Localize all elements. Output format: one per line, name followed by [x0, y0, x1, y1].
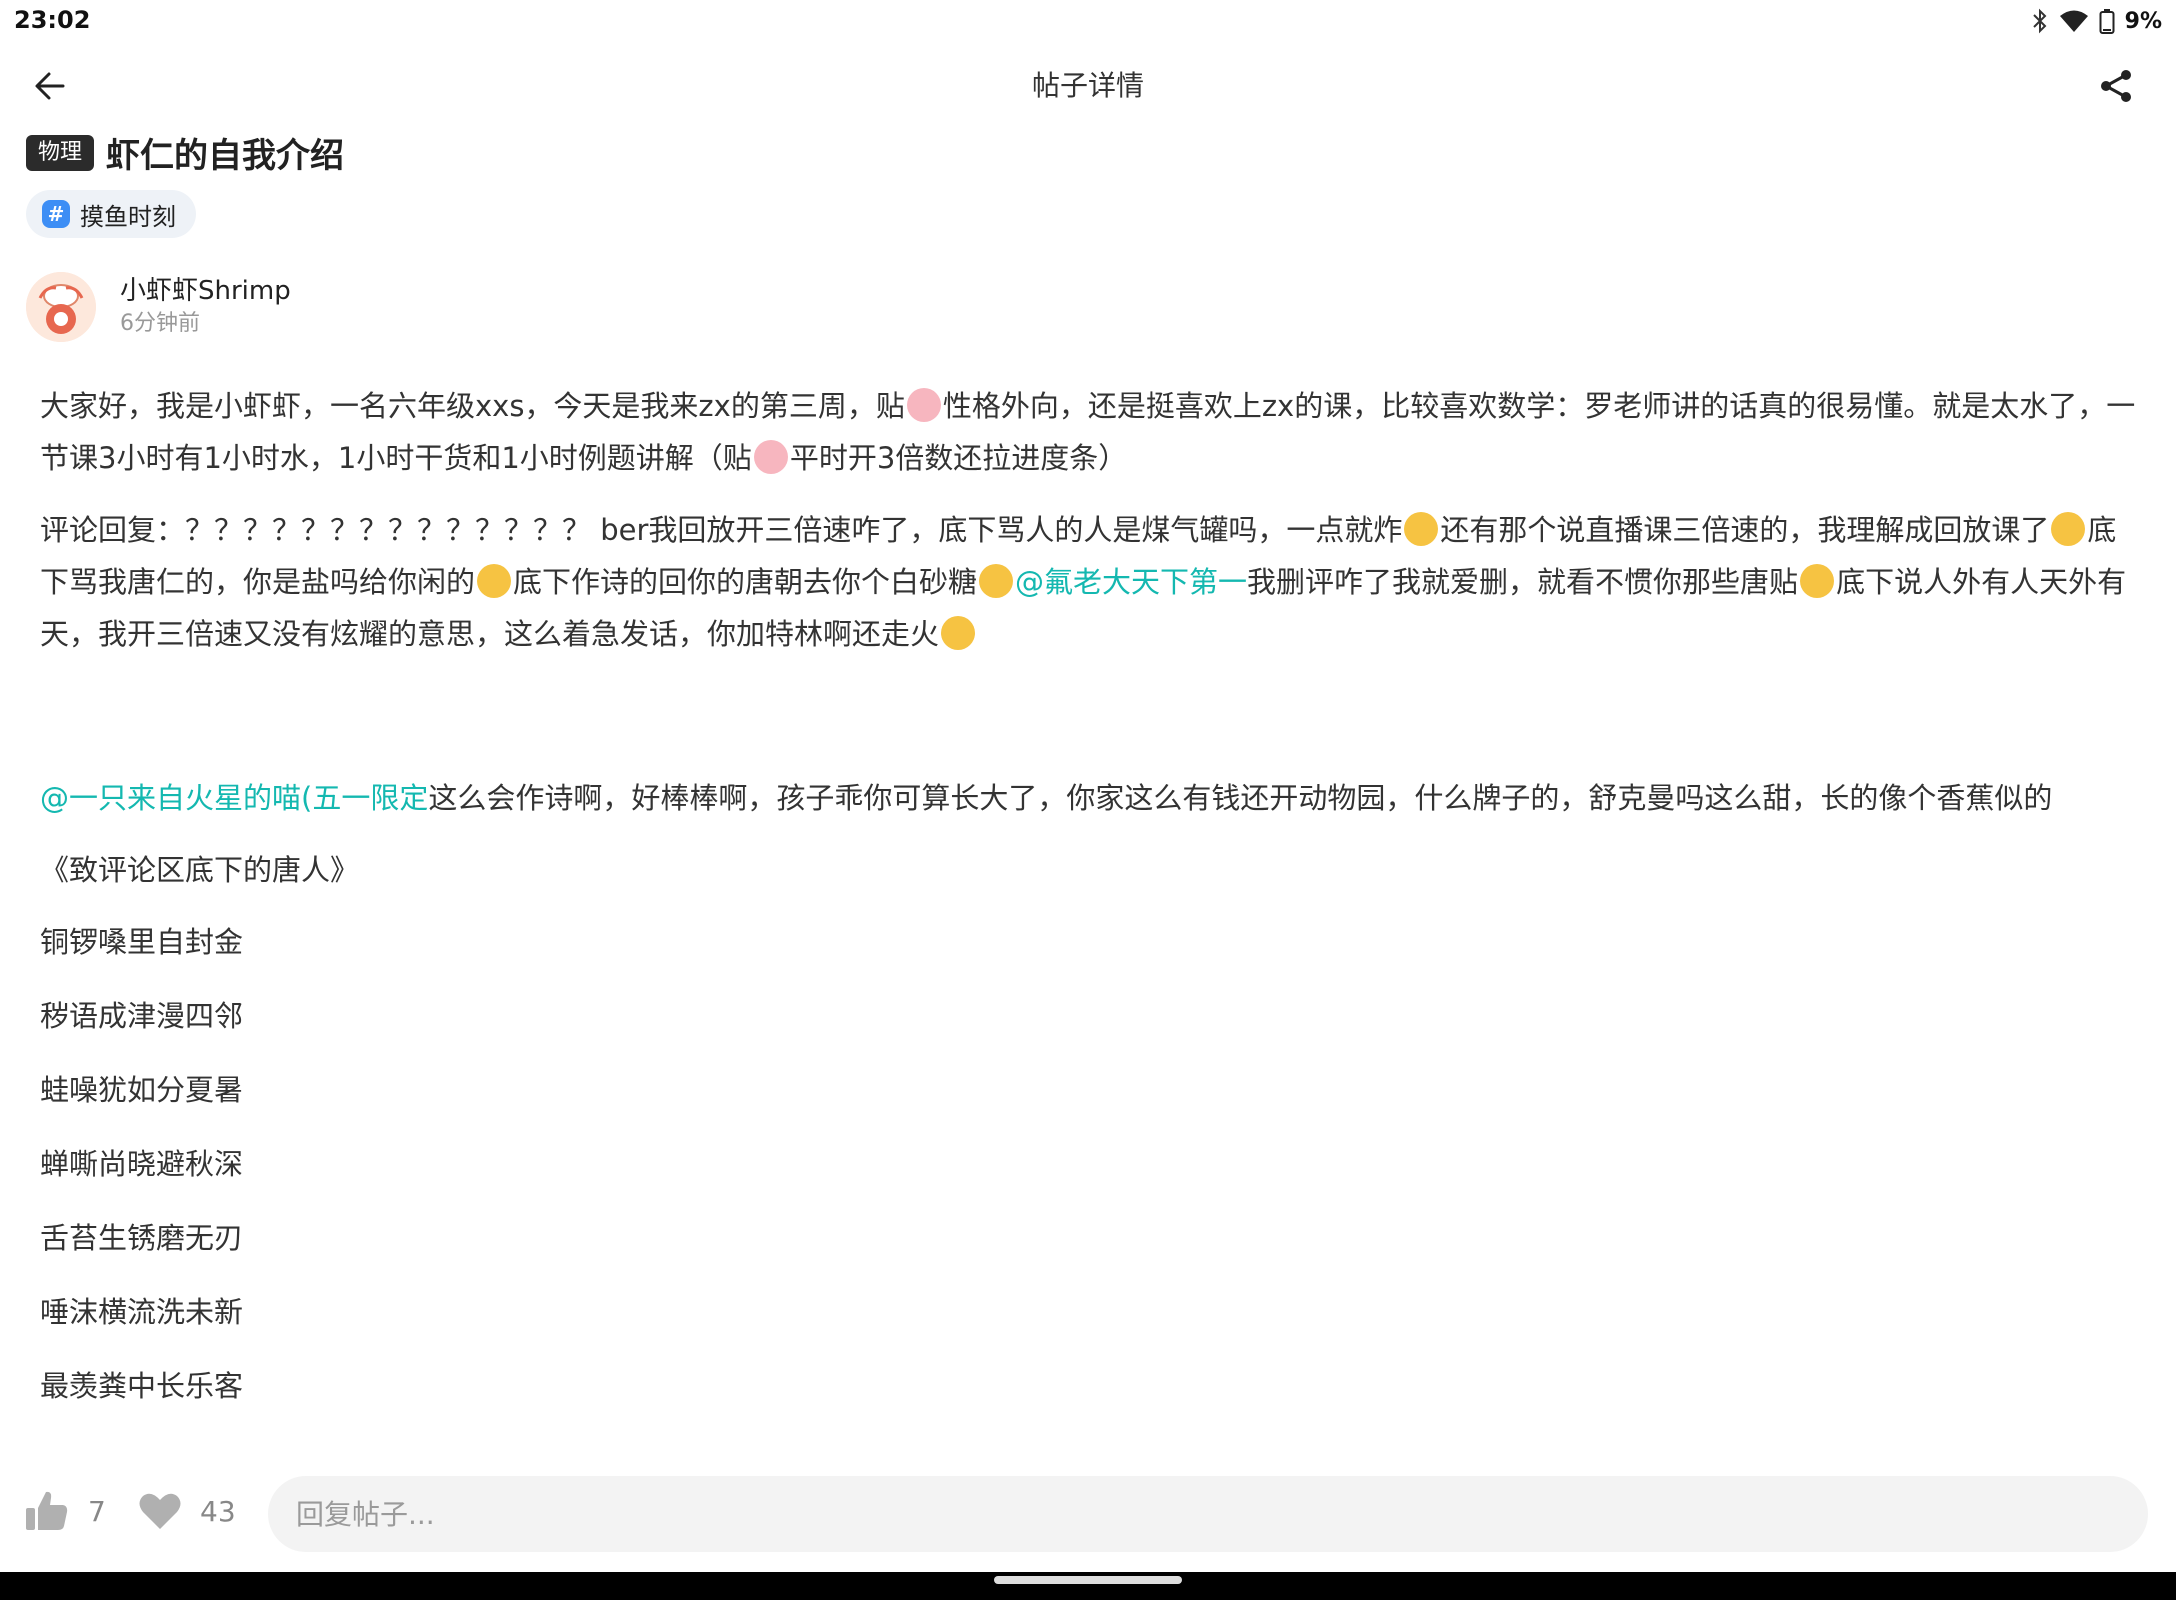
subject-tag: 物理	[26, 134, 95, 171]
laughing-emoji-icon	[979, 564, 1014, 598]
topic-label: 摸鱼时刻	[80, 202, 176, 231]
battery-icon	[2099, 8, 2115, 34]
shrimp-avatar-icon	[26, 272, 96, 342]
wifi-icon	[2059, 9, 2089, 33]
poem-line: 蝉嘶尚晓避秋深	[40, 1147, 244, 1181]
favorite-button[interactable]: 43	[138, 1486, 236, 1536]
laughing-emoji-icon	[477, 564, 512, 598]
user-mention-link[interactable]: @氟老大天下第一	[1015, 565, 1247, 599]
poem: 铜锣嗓里自封金 秽语成津漫四邻 蛙噪犹如分夏暑 蝉嘶尚晓避秋深 舌苔生锈磨无刃 …	[40, 916, 2140, 1412]
reply-input[interactable]	[268, 1476, 2148, 1552]
laughing-emoji-icon	[1800, 564, 1835, 598]
text-segment: 平时开3倍数还拉进度条）	[789, 441, 1128, 475]
post-title-row: 物理 虾仁的自我介绍	[26, 128, 344, 177]
author-name[interactable]: 小虾虾Shrimp	[120, 274, 291, 308]
text-segment: 大家好，我是小虾虾，一名六年级xxs，今天是我来zx的第三周，贴	[40, 389, 905, 423]
poem-title: 《致评论区底下的唐人》	[40, 853, 360, 887]
favorite-count: 43	[200, 1494, 236, 1528]
paragraph-reply: 评论回复：？？？？？？？？？？？？？？ ber我回放开三倍速咋了，底下骂人的人是…	[40, 504, 2140, 660]
hashtag-icon: #	[42, 200, 70, 228]
avatar[interactable]	[26, 272, 96, 342]
home-indicator[interactable]	[994, 1576, 1182, 1584]
text-segment: 评论回复：？？？？？？？？？？？？？？ ber我回放开三倍速咋了，底下骂人的人是…	[40, 513, 1403, 547]
bottom-action-bar: 7 43	[0, 1472, 2176, 1570]
system-nav-bar	[0, 1572, 2176, 1600]
laughing-emoji-icon	[941, 616, 976, 650]
poem-line: 舌苔生锈磨无刃	[40, 1221, 244, 1255]
topic-chip[interactable]: # 摸鱼时刻	[26, 190, 196, 238]
pig-emoji-icon	[753, 440, 788, 474]
like-count: 7	[88, 1494, 106, 1528]
post-content: 大家好，我是小虾虾，一名六年级xxs，今天是我来zx的第三周，贴 性格外向，还是挺…	[40, 380, 2140, 1434]
poem-line: 唾沫横流洗未新	[40, 1295, 244, 1329]
status-bar: 23:02 9%	[0, 0, 2176, 44]
page-title: 帖子详情	[1031, 69, 1144, 102]
author-info[interactable]: 小虾虾Shrimp 6分钟前	[26, 272, 291, 342]
poem-line: 蛙噪犹如分夏暑	[40, 1073, 244, 1107]
sweat-smile-emoji-icon	[2051, 512, 2086, 546]
status-time: 23:02	[14, 6, 91, 34]
text-segment: 我删评咋了我就爱删，就看不惯你那些唐贴	[1247, 565, 1799, 599]
top-app-bar: 帖子详情	[0, 44, 2176, 124]
paragraph-mention: @一只来自火星的喵(五一限定这么会作诗啊，好棒棒啊，孩子乖你可算长大了，你家这么…	[40, 772, 2140, 824]
share-button[interactable]	[2088, 58, 2144, 114]
pig-emoji-icon	[906, 388, 941, 422]
poem-line: 秽语成津漫四邻	[40, 999, 244, 1033]
poem-line: 铜锣嗓里自封金	[40, 925, 244, 959]
like-button[interactable]: 7	[24, 1486, 106, 1536]
post-title: 虾仁的自我介绍	[106, 136, 345, 176]
share-icon	[2101, 70, 2131, 102]
post-detail-page: 23:02 9% 帖子详情 物理 虾仁的自我介绍 # 摸鱼时刻 小虾虾Shrim…	[0, 0, 2176, 1600]
poem-line: 最羡粪中长乐客	[40, 1369, 244, 1403]
paragraph-intro: 大家好，我是小虾虾，一名六年级xxs，今天是我来zx的第三周，贴 性格外向，还是挺…	[40, 380, 2140, 484]
user-mention-link[interactable]: @一只来自火星的喵(五一限定	[40, 781, 428, 815]
status-icons: 9%	[2031, 6, 2162, 36]
battery-percent: 9%	[2124, 8, 2162, 34]
post-time: 6分钟前	[120, 311, 200, 336]
heart-icon	[139, 1493, 181, 1529]
text-segment: 还有那个说直播课三倍速的，我理解成回放课了	[1440, 513, 2050, 547]
laughing-emoji-icon	[1404, 512, 1439, 546]
bluetooth-icon	[2031, 8, 2049, 34]
text-segment: 这么会作诗啊，好棒棒啊，孩子乖你可算长大了，你家这么有钱还开动物园，什么牌子的，…	[428, 781, 2053, 815]
text-segment: 底下作诗的回你的唐朝去你个白砂糖	[513, 565, 978, 599]
thumbs-up-icon	[26, 1491, 68, 1530]
